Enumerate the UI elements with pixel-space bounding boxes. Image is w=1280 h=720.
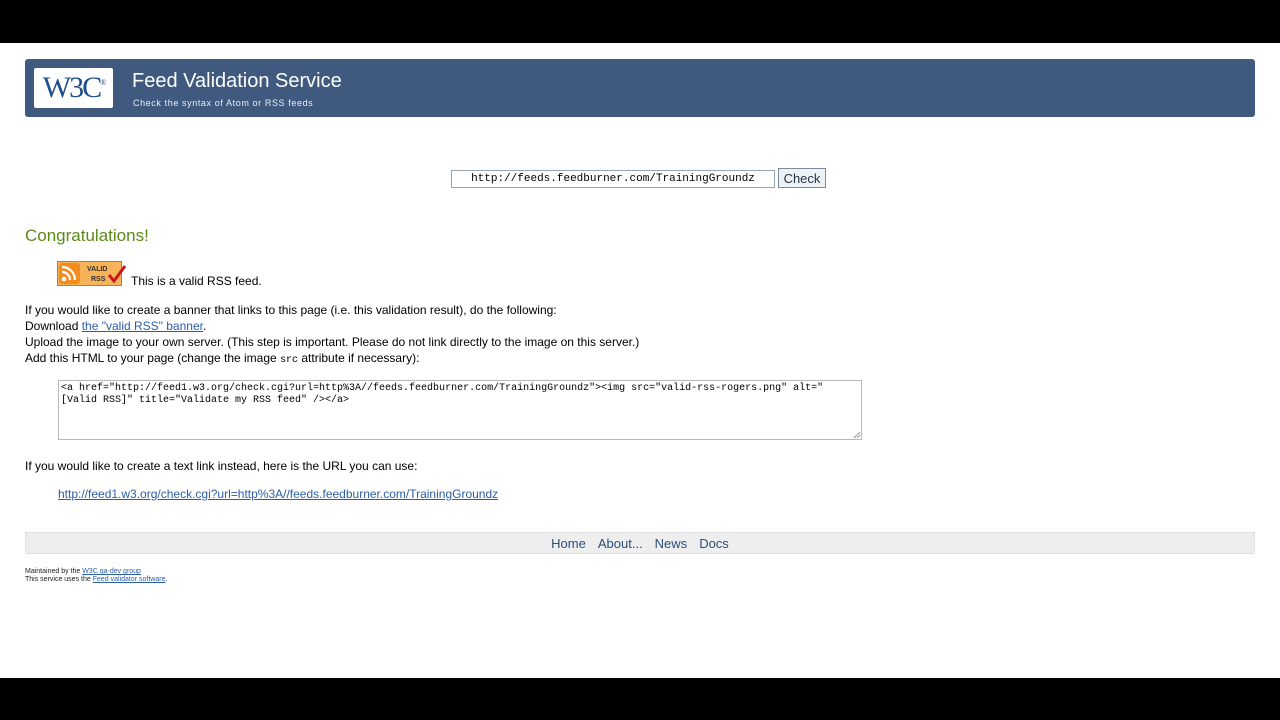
logo-registered-mark: ® (100, 77, 106, 87)
maintainer-note: Maintained by the W3C qa-dev group This … (25, 568, 167, 584)
download-step: Download the "valid RSS" banner. (25, 318, 206, 334)
add-suffix: attribute if necessary): (298, 351, 420, 365)
footer-link-docs[interactable]: Docs (699, 536, 729, 551)
src-code: src (280, 355, 299, 366)
html-snippet-textarea[interactable]: <a href="http://feed1.w3.org/check.cgi?u… (58, 380, 862, 440)
congratulations-heading: Congratulations! (25, 226, 149, 245)
footer-nav: Home About... News Docs (25, 532, 1255, 554)
maintained-line: Maintained by the W3C qa-dev group (25, 568, 167, 576)
feed-validator-software-link[interactable]: Feed validator software (93, 576, 166, 583)
uses-suffix: . (165, 576, 168, 583)
add-prefix: Add this HTML to your page (change the i… (25, 351, 281, 365)
maintained-prefix: Maintained by the (25, 568, 83, 575)
uses-line: This service uses the Feed validator sof… (25, 576, 167, 584)
valid-rss-badge-icon: VALID RSS (57, 261, 127, 286)
banner-instructions-intro: If you would like to create a banner tha… (25, 303, 557, 317)
footer-link-news[interactable]: News (655, 536, 688, 551)
valid-feed-message: This is a valid RSS feed. (131, 274, 262, 288)
footer-link-home[interactable]: Home (551, 536, 586, 551)
valid-rss-banner-link[interactable]: the "valid RSS" banner (82, 319, 203, 333)
page: W3C ® Feed Validation Service Check the s… (0, 43, 1280, 678)
page-subtitle: Check the syntax of Atom or RSS feeds (133, 98, 314, 108)
badge-valid-text: VALID (87, 266, 107, 273)
download-prefix: Download (25, 319, 82, 333)
feed-url-input[interactable] (451, 170, 775, 188)
uses-prefix: This service uses the (25, 576, 93, 583)
badge-rss-text: RSS (91, 276, 106, 283)
footer-link-about[interactable]: About... (598, 536, 643, 551)
qa-dev-group-link[interactable]: W3C qa-dev group (82, 568, 141, 575)
logo-text: W3C (42, 71, 102, 104)
download-suffix: . (202, 319, 207, 333)
page-title: Feed Validation Service (132, 70, 342, 92)
w3c-logo[interactable]: W3C ® (34, 68, 113, 108)
check-button[interactable]: Check (778, 168, 826, 188)
add-html-step: Add this HTML to your page (change the i… (25, 350, 419, 369)
upload-step: Upload the image to your own server. (Th… (25, 335, 640, 349)
header-banner: W3C ® Feed Validation Service Check the s… (25, 59, 1255, 117)
resize-grip-icon[interactable] (852, 430, 861, 439)
validation-text-link[interactable]: http://feed1.w3.org/check.cgi?url=http%3… (58, 487, 498, 501)
text-link-intro: If you would like to create a text link … (25, 459, 418, 473)
